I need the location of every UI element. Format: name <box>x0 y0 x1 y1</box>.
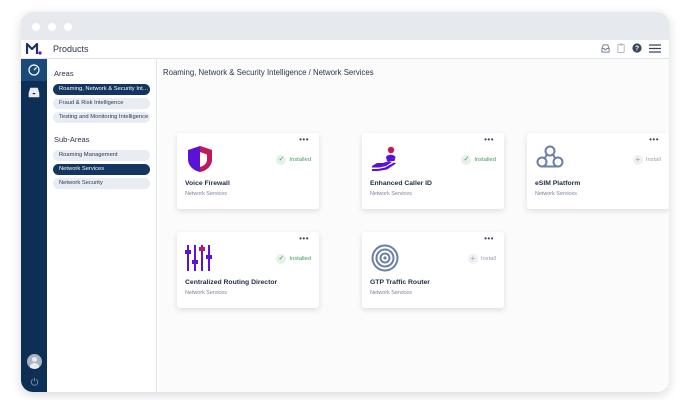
installed-status: ✓ Installed <box>276 254 311 264</box>
inbox-tray-icon <box>28 87 40 97</box>
inbox-icon[interactable] <box>601 43 610 53</box>
window-dot-close[interactable] <box>32 23 40 31</box>
window-chrome <box>21 12 669 40</box>
app: Products ? Areas Roaming, Network & Secu… <box>21 40 669 392</box>
subareas-heading: Sub-Areas <box>54 135 90 144</box>
status-label: Installed <box>289 157 311 163</box>
install-button[interactable]: + Install <box>467 254 496 264</box>
subareas-list: Roaming Management Network Services Networ… <box>47 150 156 189</box>
product-category: Network Services <box>370 191 412 197</box>
status-label: Install <box>645 157 661 163</box>
product-category: Network Services <box>370 290 412 296</box>
app-title: Products <box>53 44 89 54</box>
status-label: Install <box>480 256 496 262</box>
speedometer-icon <box>28 64 40 76</box>
browser-window: Products ? Areas Roaming, Network & Secu… <box>21 12 669 392</box>
filter-sidebar: Areas Roaming, Network & Security Intell… <box>47 59 157 392</box>
rail-item-dashboard[interactable] <box>21 59 47 81</box>
plus-icon: + <box>632 155 643 165</box>
menu-icon[interactable] <box>649 43 661 53</box>
hand-person-icon <box>370 144 400 174</box>
filter-pill[interactable]: Network Security <box>53 178 150 189</box>
product-card[interactable]: ••• ✓ Installed Enhanced Caller ID Network S… <box>362 133 504 209</box>
target-icon <box>370 243 400 273</box>
filter-pill[interactable]: Roaming, Network & Security Intelligence <box>53 84 150 95</box>
installed-status: ✓ Installed <box>276 155 311 165</box>
product-category: Network Services <box>185 191 227 197</box>
product-card[interactable]: ••• + Install eSIM Platform Network Services <box>527 133 669 209</box>
more-options-icon[interactable]: ••• <box>299 235 309 243</box>
status-label: Installed <box>289 256 311 262</box>
areas-list: Roaming, Network & Security Intelligence… <box>47 84 156 123</box>
areas-heading: Areas <box>54 69 74 78</box>
more-options-icon[interactable]: ••• <box>484 235 494 243</box>
filter-pill[interactable]: Fraud & Risk Intelligence <box>53 98 150 109</box>
installed-status: ✓ Installed <box>461 155 496 165</box>
check-icon: ✓ <box>276 254 287 264</box>
brand-logo-icon[interactable] <box>21 40 47 59</box>
more-options-icon[interactable]: ••• <box>484 136 494 144</box>
cloud-network-icon <box>535 144 565 174</box>
main-content: Roaming, Network & Security Intelligence… <box>158 59 669 392</box>
breadcrumb: Roaming, Network & Security Intelligence… <box>163 68 374 77</box>
product-name: Enhanced Caller ID <box>370 180 432 187</box>
check-icon: ✓ <box>276 155 287 165</box>
shield-icon <box>185 144 215 174</box>
clipboard-icon[interactable] <box>617 43 625 53</box>
product-category: Network Services <box>185 290 227 296</box>
plus-icon: + <box>467 254 478 264</box>
window-dot-maximize[interactable] <box>64 23 72 31</box>
filter-pill[interactable]: Network Services <box>53 164 150 175</box>
avatar[interactable] <box>26 354 42 369</box>
product-name: Centralized Routing Director <box>185 279 278 286</box>
product-name: eSIM Platform <box>535 180 581 187</box>
power-icon[interactable] <box>30 377 39 386</box>
filter-pill[interactable]: Testing and Monitoring Intelligence <box>53 112 150 123</box>
svg-text:?: ? <box>635 45 639 52</box>
product-name: Voice Firewall <box>185 180 230 187</box>
icon-rail <box>21 59 47 392</box>
more-options-icon[interactable]: ••• <box>649 136 659 144</box>
rail-bottom <box>21 354 47 386</box>
rail-item-products[interactable] <box>21 81 47 103</box>
sliders-icon <box>185 243 215 273</box>
filter-pill[interactable]: Roaming Management <box>53 150 150 161</box>
product-category: Network Services <box>535 191 577 197</box>
help-icon[interactable]: ? <box>632 43 642 53</box>
window-dot-minimize[interactable] <box>48 23 56 31</box>
more-options-icon[interactable]: ••• <box>299 136 309 144</box>
product-card[interactable]: ••• ✓ Installed Voice Firewall Network Servi… <box>177 133 319 209</box>
product-card[interactable]: ••• ✓ Installed Centralized Routing Directo… <box>177 232 319 308</box>
product-name: GTP Traffic Router <box>370 279 430 286</box>
install-button[interactable]: + Install <box>632 155 661 165</box>
product-card[interactable]: ••• + Install GTP Traffic Router Network Ser… <box>362 232 504 308</box>
top-icons: ? <box>601 43 661 53</box>
status-label: Installed <box>474 157 496 163</box>
top-bar: Products ? <box>21 40 669 59</box>
check-icon: ✓ <box>461 155 472 165</box>
